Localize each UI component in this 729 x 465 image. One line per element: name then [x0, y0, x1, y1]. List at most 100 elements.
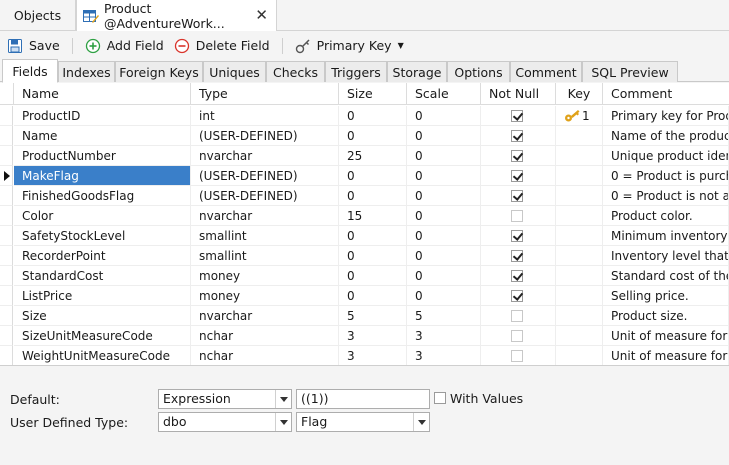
cell-comment[interactable]: Inventory level that triggers a purchase… [603, 246, 729, 266]
cell-comment[interactable]: Selling price. [603, 286, 729, 306]
cell-key[interactable] [556, 186, 603, 206]
default-kind-select[interactable]: Expression [158, 389, 292, 409]
cell-size[interactable]: 3 [339, 346, 407, 365]
udt-schema-select[interactable]: dbo [158, 412, 292, 432]
tab-triggers[interactable]: Triggers [325, 61, 387, 82]
cell-comment[interactable]: Primary key for Product records. [603, 106, 729, 126]
tab-product-design[interactable]: Product @AdventureWork... ✕ [76, 0, 277, 32]
cell-key[interactable] [556, 346, 603, 365]
column-header-size[interactable]: Size [339, 83, 407, 105]
tab-sql-preview[interactable]: SQL Preview [582, 61, 678, 82]
not-null-checkbox[interactable] [511, 270, 523, 282]
cell-size[interactable]: 15 [339, 206, 407, 226]
cell-key[interactable] [556, 266, 603, 286]
row-indicator[interactable] [0, 226, 13, 246]
cell-name[interactable]: WeightUnitMeasureCode [14, 346, 191, 365]
cell-comment[interactable]: Product color. [603, 206, 729, 226]
table-row[interactable]: Name (USER-DEFINED) 0 0 Name of the product. [0, 126, 729, 146]
column-header-scale[interactable]: Scale [407, 83, 481, 105]
not-null-checkbox[interactable] [511, 350, 523, 362]
cell-scale[interactable]: 0 [407, 286, 481, 306]
cell-name[interactable]: ListPrice [14, 286, 191, 306]
cell-name[interactable]: RecorderPoint [14, 246, 191, 266]
cell-comment[interactable]: 0 = Product is not a salable item. [603, 186, 729, 206]
cell-key[interactable] [556, 306, 603, 326]
row-indicator[interactable] [0, 146, 13, 166]
not-null-checkbox[interactable] [511, 290, 523, 302]
close-icon[interactable]: ✕ [255, 7, 268, 23]
cell-comment[interactable]: Unit of measure for Size column. [603, 326, 729, 346]
cell-name[interactable]: Name [14, 126, 191, 146]
column-header-not-null[interactable]: Not Null [481, 83, 556, 105]
not-null-checkbox[interactable] [511, 150, 523, 162]
cell-comment[interactable]: Product size. [603, 306, 729, 326]
cell-type[interactable]: (USER-DEFINED) [191, 186, 339, 206]
not-null-checkbox[interactable] [511, 190, 523, 202]
cell-type[interactable]: smallint [191, 226, 339, 246]
column-header-type[interactable]: Type [191, 83, 339, 105]
tab-uniques[interactable]: Uniques [203, 61, 266, 82]
cell-name[interactable]: ProductNumber [14, 146, 191, 166]
table-row[interactable]: StandardCostmoney00Standard cost of the … [0, 266, 729, 286]
table-row[interactable]: ProductIDint001Primary key for Product r… [0, 106, 729, 126]
cell-type[interactable]: (USER-DEFINED) [191, 166, 339, 186]
save-button[interactable]: Save [7, 35, 60, 57]
cell-type[interactable]: nvarchar [191, 146, 339, 166]
cell-size[interactable]: 0 [339, 246, 407, 266]
cell-type[interactable]: nchar [191, 346, 339, 365]
cell-size[interactable]: 0 [339, 126, 407, 146]
tab-comment[interactable]: Comment [510, 61, 582, 82]
table-row[interactable]: Color nvarchar 15 0 Product color. [0, 206, 729, 226]
row-indicator[interactable] [0, 306, 13, 326]
add-field-button[interactable]: Add Field [85, 35, 164, 57]
table-row[interactable]: FinishedGoodsFlag (USER-DEFINED) 0 0 0 = Pro… [0, 186, 729, 206]
tab-options[interactable]: Options [447, 61, 510, 82]
row-indicator[interactable] [0, 166, 13, 186]
cell-comment[interactable]: Standard cost of the product. [603, 266, 729, 286]
cell-size[interactable]: 0 [339, 286, 407, 306]
cell-type[interactable]: nvarchar [191, 206, 339, 226]
cell-type[interactable]: money [191, 286, 339, 306]
not-null-checkbox[interactable] [511, 110, 523, 122]
cell-scale[interactable]: 3 [407, 346, 481, 365]
cell-key[interactable] [556, 326, 603, 346]
cell-key[interactable] [556, 146, 603, 166]
row-indicator[interactable] [0, 326, 13, 346]
cell-scale[interactable]: 0 [407, 246, 481, 266]
table-row[interactable]: SafetyStockLevel smallint 0 0 Minimum invent… [0, 226, 729, 246]
cell-size[interactable]: 0 [339, 166, 407, 186]
cell-name[interactable]: StandardCost [14, 266, 191, 286]
cell-name[interactable]: SafetyStockLevel [14, 226, 191, 246]
row-indicator[interactable] [0, 206, 13, 226]
cell-key[interactable] [556, 226, 603, 246]
cell-scale[interactable]: 0 [407, 206, 481, 226]
cell-comment[interactable]: Unit of measure for Weight column. [603, 346, 729, 365]
row-indicator[interactable] [0, 126, 13, 146]
table-row[interactable]: Size nvarchar 5 5 Product size. [0, 306, 729, 326]
cell-type[interactable]: int [191, 106, 339, 126]
cell-name[interactable]: FinishedGoodsFlag [14, 186, 191, 206]
cell-scale[interactable]: 0 [407, 166, 481, 186]
not-null-checkbox[interactable] [511, 210, 523, 222]
row-indicator[interactable] [0, 286, 13, 306]
cell-name[interactable]: Color [14, 206, 191, 226]
cell-key[interactable] [556, 286, 603, 306]
table-row[interactable]: ListPrice money 0 0 Selling price. [0, 286, 729, 306]
chevron-down-icon[interactable] [413, 413, 429, 431]
cell-name[interactable]: SizeUnitMeasureCode [14, 326, 191, 346]
cell-type[interactable]: (USER-DEFINED) [191, 126, 339, 146]
cell-comment[interactable]: Minimum inventory quantity. [603, 226, 729, 246]
not-null-checkbox[interactable] [511, 310, 523, 322]
cell-key[interactable] [556, 246, 603, 266]
table-row[interactable]: WeightUnitMeasureCode nchar 3 3 Unit of meas… [0, 346, 729, 365]
table-row[interactable]: MakeFlag (USER-DEFINED) 0 0 0 = Product is p… [0, 166, 729, 186]
cell-scale[interactable]: 0 [407, 146, 481, 166]
tab-fields[interactable]: Fields [2, 59, 58, 83]
cell-comment[interactable]: 0 = Product is purchased, 1 = Product is… [603, 166, 729, 186]
table-row[interactable]: ProductNumber nvarchar 25 0 Unique product i… [0, 146, 729, 166]
cell-scale[interactable]: 0 [407, 226, 481, 246]
cell-name[interactable]: ProductID [14, 106, 191, 126]
with-values-checkbox[interactable] [434, 392, 446, 404]
tab-checks[interactable]: Checks [266, 61, 325, 82]
cell-type[interactable]: nchar [191, 326, 339, 346]
